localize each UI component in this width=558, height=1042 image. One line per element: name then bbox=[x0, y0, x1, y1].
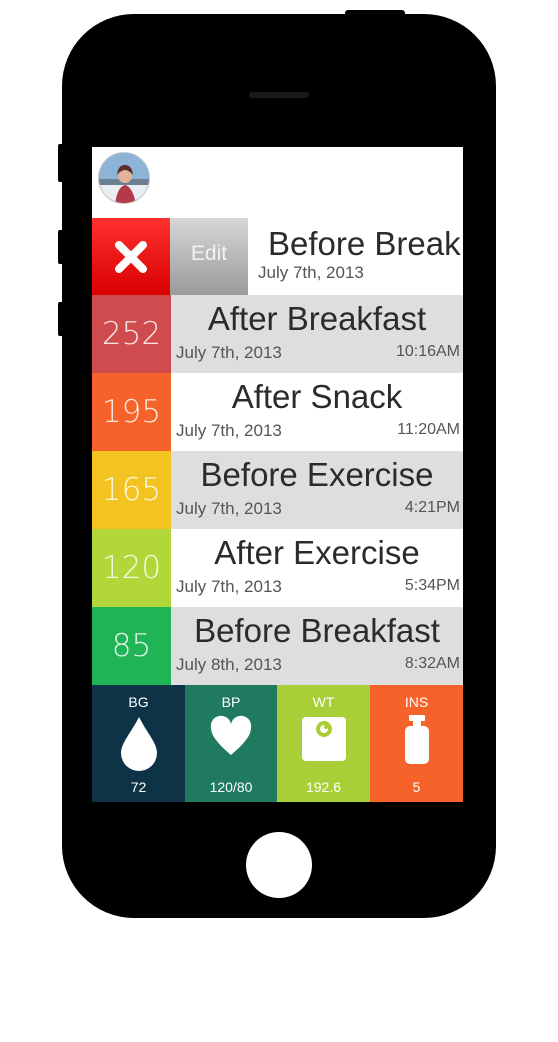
close-icon bbox=[115, 241, 147, 273]
reading-time: 11:20AM bbox=[397, 421, 460, 438]
insulin-bottle-icon bbox=[404, 715, 429, 764]
tab-label: INS bbox=[404, 694, 429, 710]
reading-value: 120 bbox=[92, 529, 171, 607]
app-header bbox=[92, 147, 463, 218]
swiped-entry: Before Break July 7th, 2013 bbox=[248, 218, 463, 295]
scale-icon bbox=[301, 717, 346, 761]
tab-value: 5 bbox=[412, 779, 421, 795]
reading-entry: After Breakfast July 7th, 2013 10:16AM bbox=[171, 295, 463, 373]
reading-time: 8:32AM bbox=[404, 655, 460, 672]
tab-bg[interactable]: BG 72 bbox=[92, 685, 185, 802]
entry-date: July 7th, 2013 bbox=[258, 263, 364, 282]
reading-title: Before Breakfast bbox=[194, 612, 440, 649]
reading-date: July 7th, 2013 bbox=[176, 343, 282, 362]
phone-volume-down bbox=[58, 302, 64, 336]
delete-button[interactable] bbox=[92, 218, 170, 295]
reading-row[interactable]: 252 After Breakfast July 7th, 2013 10:16AM bbox=[92, 295, 463, 373]
edit-label: Edit bbox=[190, 242, 228, 265]
edit-button[interactable]: Edit bbox=[170, 218, 248, 295]
tab-wt[interactable]: WT 192.6 bbox=[277, 685, 370, 802]
reading-time: 4:21PM bbox=[404, 499, 460, 516]
reading-time: 5:34PM bbox=[404, 577, 460, 594]
reading-row[interactable]: 85 Before Breakfast July 8th, 2013 8:32AM bbox=[92, 607, 463, 685]
tab-label: BP bbox=[221, 694, 241, 710]
reading-date: July 7th, 2013 bbox=[176, 499, 282, 518]
metrics-tab-bar: BG 72 BP 120/80 WT 192.6 INS 5 bbox=[92, 685, 463, 802]
tab-value: 120/80 bbox=[209, 779, 253, 795]
reading-title: Before Exercise bbox=[200, 456, 434, 493]
reading-entry: After Snack July 7th, 2013 11:20AM bbox=[171, 373, 463, 451]
home-button[interactable] bbox=[246, 832, 312, 898]
reading-value: 252 bbox=[92, 295, 171, 373]
tab-bp[interactable]: BP 120/80 bbox=[185, 685, 277, 802]
tab-value: 192.6 bbox=[305, 779, 342, 795]
drop-icon bbox=[120, 717, 157, 771]
reading-entry: Before Breakfast July 8th, 2013 8:32AM bbox=[171, 607, 463, 685]
avatar[interactable] bbox=[98, 152, 150, 204]
reading-value: 85 bbox=[92, 607, 171, 685]
reading-row[interactable]: 165 Before Exercise July 7th, 2013 4:21PM bbox=[92, 451, 463, 529]
reading-row[interactable]: 195 After Snack July 7th, 2013 11:20AM bbox=[92, 373, 463, 451]
reading-title: After Snack bbox=[231, 378, 403, 415]
phone-speaker bbox=[249, 92, 309, 98]
heart-icon bbox=[210, 715, 252, 755]
reading-date: July 7th, 2013 bbox=[176, 577, 282, 596]
reading-entry: Before Exercise July 7th, 2013 4:21PM bbox=[171, 451, 463, 529]
tab-value: 72 bbox=[130, 779, 147, 795]
reading-date: July 8th, 2013 bbox=[176, 655, 282, 674]
reading-date: July 7th, 2013 bbox=[176, 421, 282, 440]
tab-label: BG bbox=[128, 694, 149, 710]
entry-title: Before Break bbox=[268, 225, 461, 262]
reading-value: 165 bbox=[92, 451, 171, 529]
tab-label: WT bbox=[312, 694, 335, 710]
tab-ins[interactable]: INS 5 bbox=[370, 685, 463, 802]
reading-row[interactable]: 120 After Exercise July 7th, 2013 5:34PM bbox=[92, 529, 463, 607]
app-screen: Edit Before Break July 7th, 2013 252 Afte… bbox=[92, 147, 463, 802]
reading-title: After Breakfast bbox=[207, 300, 427, 337]
swiped-reading-row[interactable]: Edit Before Break July 7th, 2013 bbox=[92, 218, 463, 295]
reading-title: After Exercise bbox=[214, 534, 420, 571]
phone-mute-switch bbox=[58, 144, 64, 182]
reading-time: 10:16AM bbox=[395, 343, 460, 360]
reading-entry: After Exercise July 7th, 2013 5:34PM bbox=[171, 529, 463, 607]
reading-value: 195 bbox=[92, 373, 171, 451]
phone-volume-up bbox=[58, 230, 64, 264]
